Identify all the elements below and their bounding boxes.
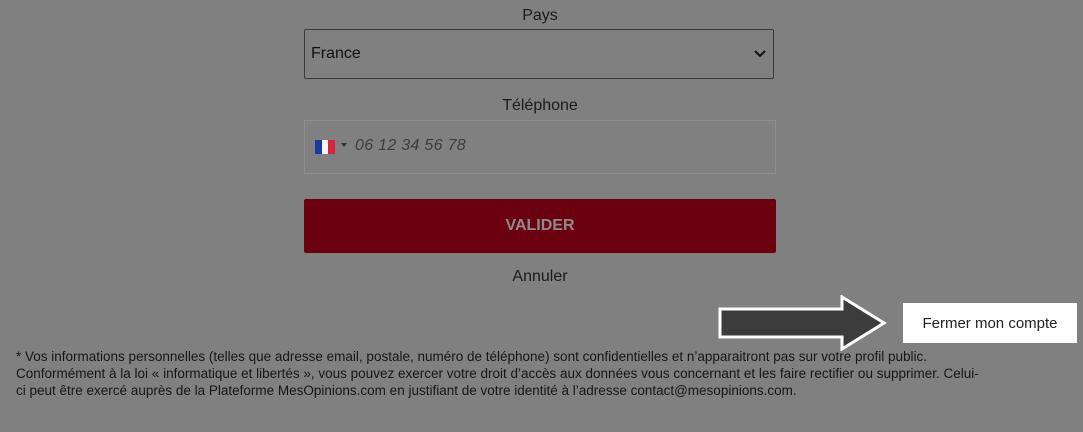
arrow-right-icon: [718, 295, 887, 351]
france-flag-icon[interactable]: [315, 140, 336, 154]
country-select-value: France: [311, 45, 361, 62]
chevron-down-icon: [754, 50, 766, 58]
country-select[interactable]: France: [304, 29, 774, 79]
disclaimer-line: ci peut être exercé auprès de la Platefo…: [16, 383, 797, 398]
submit-button[interactable]: VALIDER: [304, 199, 776, 253]
caret-down-icon[interactable]: [341, 143, 347, 147]
cancel-link[interactable]: Annuler: [304, 268, 776, 286]
close-account-button[interactable]: Fermer mon compte: [903, 303, 1077, 343]
phone-label: Téléphone: [502, 97, 578, 114]
privacy-disclaimer: * Vos informations personnelles (telles …: [16, 348, 1066, 399]
disclaimer-line: * Vos informations personnelles (telles …: [16, 349, 928, 364]
phone-field[interactable]: 06 12 34 56 78: [304, 120, 776, 174]
disclaimer-line: Conformément à la loi « informatique et …: [16, 366, 979, 381]
country-label: Pays: [522, 7, 558, 24]
phone-placeholder[interactable]: 06 12 34 56 78: [355, 137, 466, 155]
